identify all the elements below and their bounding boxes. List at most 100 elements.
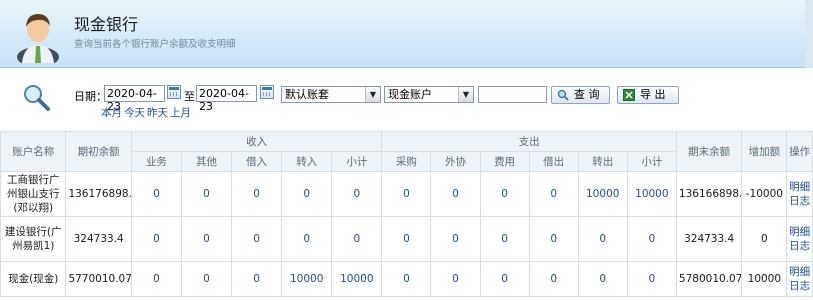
- expense-lend[interactable]: 0: [528, 261, 579, 297]
- log-link[interactable]: 日志: [788, 194, 812, 208]
- income-subtotal[interactable]: 0: [331, 216, 383, 262]
- header-expense-outsource: 外协: [430, 151, 481, 172]
- expense-purchase[interactable]: 0: [381, 171, 432, 217]
- header-income-business: 业务: [130, 151, 182, 172]
- income-other[interactable]: 0: [180, 216, 233, 262]
- closing-balance: 5780010.07: [675, 261, 743, 297]
- account-set-select[interactable]: 默认账套 ▼: [281, 86, 381, 103]
- chevron-down-icon: ▼: [365, 87, 380, 102]
- search-button[interactable]: 查 询: [551, 86, 610, 104]
- header-expense-subtotal: 小计: [626, 151, 677, 172]
- magnifier-icon: [24, 85, 50, 111]
- expense-outsource[interactable]: 0: [430, 216, 481, 262]
- closing-balance: 324733.4: [675, 216, 743, 262]
- income-transfer-in[interactable]: 10000: [281, 261, 333, 297]
- expense-subtotal[interactable]: 0: [626, 216, 677, 262]
- account-balance-table: 账户名称 期初余额 收入 支出 期末余额 增加额 操作 业务 其他 借入 转入 …: [0, 131, 813, 297]
- income-business[interactable]: 0: [130, 216, 182, 262]
- income-other[interactable]: 0: [180, 171, 233, 217]
- expense-fee[interactable]: 0: [479, 216, 530, 262]
- header-income-other: 其他: [180, 151, 233, 172]
- opening-balance: 5770010.07: [65, 261, 132, 297]
- expense-fee[interactable]: 0: [479, 261, 530, 297]
- increase-amount: 10000: [741, 261, 788, 297]
- header-expense: 支出: [381, 131, 677, 152]
- income-transfer-in[interactable]: 0: [281, 216, 333, 262]
- quick-range-this-month[interactable]: 本月: [101, 105, 122, 120]
- income-business[interactable]: 0: [130, 261, 182, 297]
- keyword-input[interactable]: [478, 86, 547, 103]
- export-button[interactable]: 导 出: [617, 86, 679, 104]
- detail-link[interactable]: 明细: [788, 225, 812, 239]
- expense-purchase[interactable]: 0: [381, 216, 432, 262]
- opening-balance: 324733.4: [65, 216, 132, 262]
- expense-lend[interactable]: 0: [528, 171, 579, 217]
- expense-transfer-out[interactable]: 0: [577, 216, 628, 262]
- header-income-transfer-in: 转入: [281, 151, 333, 172]
- income-borrow[interactable]: 0: [231, 171, 283, 217]
- expense-outsource[interactable]: 0: [430, 261, 481, 297]
- account-set-value: 默认账套: [285, 88, 329, 101]
- income-business[interactable]: 0: [130, 171, 182, 217]
- table-row: 建设银行(广州易凯1) 324733.4 0 0 0 0 0 0 0 0 0 0…: [0, 216, 813, 262]
- quick-range-today[interactable]: 今天: [124, 105, 145, 120]
- expense-fee[interactable]: 0: [479, 171, 530, 217]
- chevron-down-icon: ▼: [458, 87, 473, 102]
- page-title: 现金银行: [74, 15, 139, 34]
- account-type-select[interactable]: 现金账户 ▼: [384, 86, 474, 103]
- increase-amount: 0: [741, 216, 788, 262]
- date-from-input[interactable]: 2020-04-23: [104, 85, 165, 113]
- header-income: 收入: [130, 131, 383, 152]
- date-to-input[interactable]: 2020-04-23: [196, 85, 257, 113]
- expense-purchase[interactable]: 0: [381, 261, 432, 297]
- expense-transfer-out[interactable]: 0: [577, 261, 628, 297]
- header-expense-fee: 费用: [479, 151, 530, 172]
- header-ops: 操作: [786, 131, 813, 172]
- table-row: 现金(现金) 5770010.07 0 0 0 10000 10000 0 0 …: [0, 261, 813, 297]
- expense-outsource[interactable]: 0: [430, 171, 481, 217]
- expense-subtotal[interactable]: 10000: [626, 171, 677, 217]
- row-actions: 明细 日志: [786, 216, 813, 262]
- header-opening: 期初余额: [65, 131, 132, 172]
- income-transfer-in[interactable]: 0: [281, 171, 333, 217]
- account-type-value: 现金账户: [388, 88, 432, 101]
- account-name: 现金(现金): [0, 261, 67, 297]
- quick-range-yesterday[interactable]: 昨天: [147, 105, 168, 120]
- expense-lend[interactable]: 0: [528, 216, 579, 262]
- detail-link[interactable]: 明细: [788, 265, 812, 279]
- detail-link[interactable]: 明细: [788, 180, 812, 194]
- excel-icon: [623, 89, 635, 101]
- search-button-label: 查 询: [574, 88, 600, 101]
- expense-transfer-out[interactable]: 10000: [577, 171, 628, 217]
- header-expense-transfer-out: 转出: [577, 151, 628, 172]
- header-expense-lend: 借出: [528, 151, 579, 172]
- user-avatar-icon: [17, 14, 59, 63]
- log-link[interactable]: 日志: [788, 279, 812, 293]
- header-increase: 增加额: [741, 131, 788, 172]
- page-subtitle: 查询当前各个银行账户余额及收支明细: [74, 39, 236, 50]
- income-subtotal[interactable]: 0: [331, 171, 383, 217]
- closing-balance: 136166898.73: [675, 171, 743, 217]
- account-name: 工商银行广州银山支行(邓以翔): [0, 171, 67, 217]
- header-account: 账户名称: [0, 131, 67, 172]
- income-subtotal[interactable]: 10000: [331, 261, 383, 297]
- date-label: 日期：: [74, 90, 107, 103]
- log-link[interactable]: 日志: [788, 239, 812, 253]
- header-scrollbar: [805, 0, 813, 68]
- income-borrow[interactable]: 0: [231, 216, 283, 262]
- calendar-icon[interactable]: [167, 85, 181, 99]
- row-actions: 明细 日志: [786, 261, 813, 297]
- header-income-subtotal: 小计: [331, 151, 383, 172]
- export-button-label: 导 出: [640, 88, 666, 101]
- opening-balance: 136176898.73: [65, 171, 132, 217]
- income-borrow[interactable]: 0: [231, 261, 283, 297]
- calendar-icon[interactable]: [260, 85, 274, 99]
- table-row: 工商银行广州银山支行(邓以翔) 136176898.73 0 0 0 0 0 0…: [0, 171, 813, 217]
- income-other[interactable]: 0: [180, 261, 233, 297]
- row-actions: 明细 日志: [786, 171, 813, 217]
- to-label: 至: [184, 90, 195, 103]
- page-header: 现金银行 查询当前各个银行账户余额及收支明细: [0, 0, 813, 68]
- quick-range-last-month[interactable]: 上月: [170, 105, 191, 120]
- expense-subtotal[interactable]: 0: [626, 261, 677, 297]
- header-expense-purchase: 采购: [381, 151, 432, 172]
